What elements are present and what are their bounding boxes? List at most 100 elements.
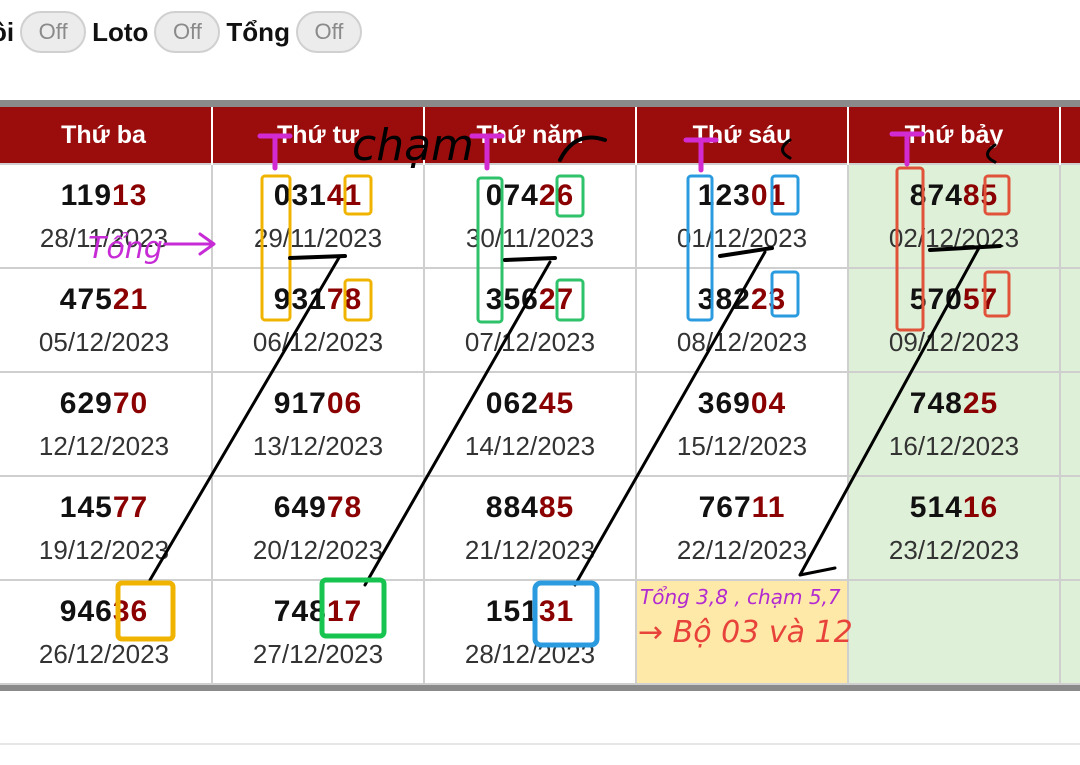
result-cell: 74825 16/12/2023: [847, 371, 1061, 477]
header-row: Thứ ba Thứ tư Thứ năm Thứ sáu Thứ bảy: [0, 107, 1080, 164]
result-date: 28/12/2023: [464, 639, 596, 669]
result-date: 20/12/2023: [252, 535, 384, 565]
result-cell: 76711 22/12/2023: [635, 475, 849, 581]
header-overflow: [1060, 107, 1080, 164]
result-number: 15131: [425, 594, 635, 630]
toggle-switch-tong[interactable]: Off: [295, 11, 362, 53]
filter-label-0: ôi: [0, 16, 15, 47]
result-date: 22/12/2023: [676, 535, 808, 565]
table-row: 14577 19/12/2023 64978 20/12/2023 88485 21/12…: [0, 475, 1080, 581]
result-number: 12301: [637, 178, 847, 214]
result-cell: 47521 05/12/2023: [0, 267, 213, 373]
result-date: 26/12/2023: [38, 639, 170, 669]
header-saturday: Thứ bảy: [848, 107, 1061, 164]
table-row: 94636 26/12/2023 74817 27/12/2023 15131 28/12…: [0, 579, 1080, 685]
result-number-tail: 70: [112, 387, 149, 420]
result-number-head: 123: [697, 179, 751, 212]
header-thursday: Thứ năm: [424, 107, 637, 164]
result-number-head: 748: [273, 595, 327, 628]
result-number: 87485: [849, 178, 1059, 214]
result-date: 27/12/2023: [252, 639, 384, 669]
result-date: 01/12/2023: [676, 223, 808, 253]
result-number: 88485: [425, 490, 635, 526]
result-number-head: 369: [697, 387, 751, 420]
result-number-head: 946: [59, 595, 113, 628]
result-number-tail: 78: [326, 491, 363, 524]
result-date: 15/12/2023: [676, 431, 808, 461]
toggle-switch-loto[interactable]: Off: [154, 11, 221, 53]
results-table: Thứ ba Thứ tư Thứ năm Thứ sáu Thứ bảy 11…: [0, 107, 1080, 685]
result-date: 09/12/2023: [888, 327, 1020, 357]
result-cell: 35627 07/12/2023: [423, 267, 637, 373]
result-number: 76711: [637, 490, 847, 526]
result-number: 57057: [849, 282, 1059, 318]
result-date: 07/12/2023: [464, 327, 596, 357]
result-number-head: 031: [273, 179, 327, 212]
result-number-tail: 13: [112, 179, 148, 212]
result-number: 74825: [849, 386, 1059, 422]
result-number-head: 917: [273, 387, 327, 420]
result-date: 29/11/2023: [253, 223, 383, 253]
filter-toggle-bar: ôi Off Loto Off Tổng Off: [0, 8, 368, 56]
result-date: 13/12/2023: [252, 431, 384, 461]
result-number-tail: 78: [326, 283, 363, 316]
result-number-tail: 85: [538, 491, 575, 524]
result-cell: 74817 27/12/2023: [211, 579, 425, 685]
result-cell: 57057 09/12/2023: [847, 267, 1061, 373]
overflow-cell: [1059, 475, 1080, 581]
result-number-head: 931: [273, 283, 327, 316]
overflow-cell: [1059, 371, 1080, 477]
result-number-tail: 31: [538, 595, 575, 628]
result-number-tail: 04: [750, 387, 787, 420]
result-number-tail: 25: [962, 387, 999, 420]
result-date: 12/12/2023: [38, 431, 170, 461]
result-cell: 36904 15/12/2023: [635, 371, 849, 477]
results-table-wrap: Thứ ba Thứ tư Thứ năm Thứ sáu Thứ bảy 11…: [0, 100, 1080, 691]
result-number-tail: 17: [326, 595, 363, 628]
result-number-tail: 41: [326, 179, 363, 212]
result-cell: 51416 23/12/2023: [847, 475, 1061, 581]
result-number-head: 649: [273, 491, 327, 524]
result-number-tail: 11: [751, 491, 786, 524]
divider: [0, 743, 1080, 745]
result-number: 94636: [0, 594, 211, 630]
result-number-tail: 21: [112, 283, 149, 316]
result-number: 93178: [213, 282, 423, 318]
table-top-rule: [0, 100, 1080, 107]
result-number: 11913: [0, 178, 211, 214]
result-number-head: 629: [59, 387, 113, 420]
result-number: 07426: [425, 178, 635, 214]
filter-label-tong: Tổng: [226, 16, 290, 47]
result-number: 47521: [0, 282, 211, 318]
result-cell: 15131 28/12/2023: [423, 579, 637, 685]
result-cell: 11913 28/11/2023: [0, 163, 213, 269]
header-friday: Thứ sáu: [636, 107, 849, 164]
result-date: 19/12/2023: [38, 535, 170, 565]
result-number: 38223: [637, 282, 847, 318]
result-number-tail: 26: [538, 179, 575, 212]
result-number: 35627: [425, 282, 635, 318]
table-row: 11913 28/11/2023 03141 29/11/2023 07426 30/11…: [0, 163, 1080, 269]
result-cell: 12301 01/12/2023: [635, 163, 849, 269]
result-number-head: 570: [909, 283, 963, 316]
toggle-switch-0[interactable]: Off: [20, 11, 87, 53]
overflow-cell: [1059, 163, 1080, 269]
result-number-head: 748: [909, 387, 963, 420]
result-number: 03141: [213, 178, 423, 214]
result-number-head: 884: [485, 491, 539, 524]
result-date: 28/11/2023: [39, 223, 169, 253]
result-date: 16/12/2023: [888, 431, 1020, 461]
result-cell: 38223 08/12/2023: [635, 267, 849, 373]
table-row: 62970 12/12/2023 91706 13/12/2023 06245 14/12…: [0, 371, 1080, 477]
header-wednesday: Thứ tư: [212, 107, 425, 164]
result-number-head: 119: [60, 179, 113, 212]
table-bottom-rule: [0, 685, 1080, 691]
result-number-head: 475: [59, 283, 113, 316]
result-number-head: 874: [909, 179, 963, 212]
result-number: 14577: [0, 490, 211, 526]
result-cell: 94636 26/12/2023: [0, 579, 213, 685]
result-cell: 87485 02/12/2023: [847, 163, 1061, 269]
result-number-head: 062: [485, 387, 539, 420]
result-cell: [847, 579, 1061, 685]
table-row: 47521 05/12/2023 93178 06/12/2023 35627 07/12…: [0, 267, 1080, 373]
